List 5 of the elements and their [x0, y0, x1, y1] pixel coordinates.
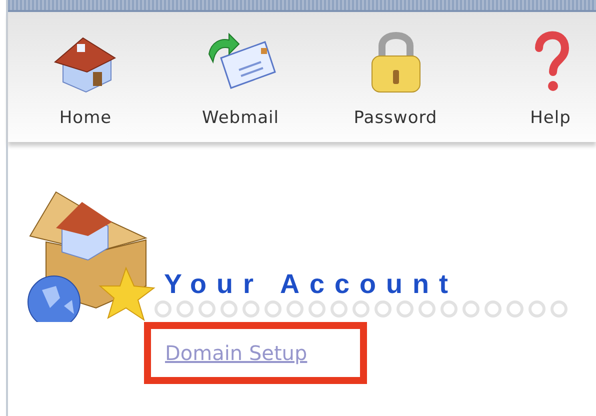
- toolbar-button[interactable]: Help: [473, 12, 596, 142]
- toolbar-button[interactable]: Home: [8, 12, 163, 142]
- section-title: Your Account: [164, 269, 459, 300]
- toolbar-button[interactable]: Webmail: [163, 12, 318, 142]
- toolbar-button[interactable]: Password: [318, 12, 473, 142]
